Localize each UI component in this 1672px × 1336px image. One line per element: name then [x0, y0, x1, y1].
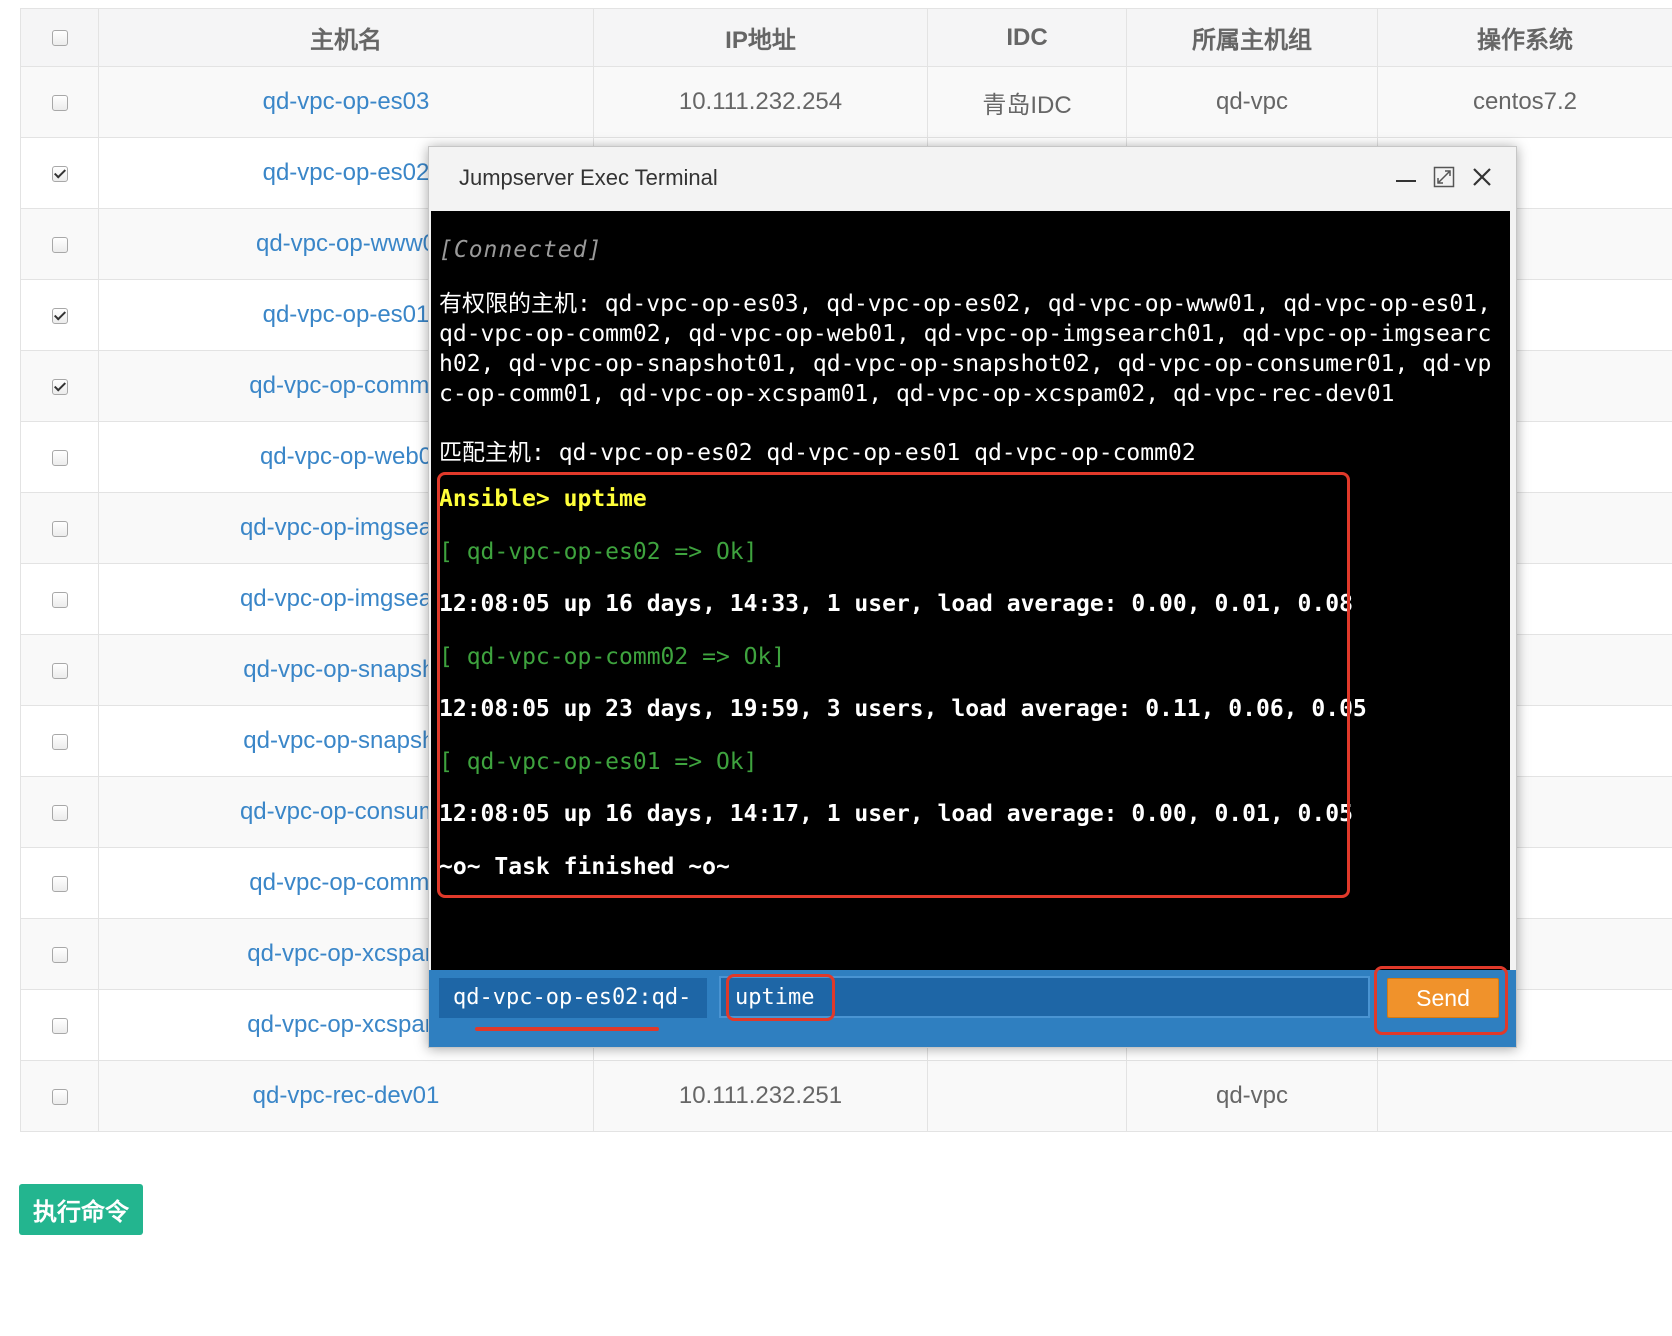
row-select-cell: [20, 634, 99, 706]
row-checkbox[interactable]: [51, 165, 68, 182]
row-checkbox[interactable]: [51, 946, 68, 963]
hostname-link[interactable]: qd-vpc-op-comm0: [249, 869, 442, 896]
command-input[interactable]: [719, 976, 1370, 1018]
header-idc[interactable]: IDC: [927, 8, 1127, 67]
header-host-group[interactable]: 所属主机组: [1126, 8, 1378, 67]
row-checkbox[interactable]: [51, 1017, 68, 1034]
idc-cell: 青岛IDC: [927, 66, 1127, 138]
task-finished-line: ~o~ Task finished ~o~: [439, 854, 730, 880]
select-all-cell: [20, 8, 99, 67]
row-select-cell: [20, 1060, 99, 1132]
dialog-title-bar[interactable]: Jumpserver Exec Terminal: [429, 147, 1516, 209]
hostname-link[interactable]: qd-vpc-op-web0: [260, 443, 432, 470]
result-output-line: 12:08:05 up 16 days, 14:17, 1 user, load…: [439, 801, 1353, 827]
minimize-icon[interactable]: [1394, 165, 1418, 189]
hostname-link[interactable]: qd-vpc-op-snapsho: [243, 727, 448, 754]
result-output-line: 12:08:05 up 16 days, 14:33, 1 user, load…: [439, 591, 1353, 617]
row-select-cell: [20, 776, 99, 848]
dialog-title: Jumpserver Exec Terminal: [459, 165, 718, 190]
maximize-icon[interactable]: [1432, 165, 1456, 189]
connection-status: [Connected]: [439, 237, 603, 263]
row-checkbox[interactable]: [51, 591, 68, 608]
select-all-checkbox[interactable]: [51, 30, 68, 47]
hostname-link[interactable]: qd-vpc-op-www0: [256, 230, 436, 257]
hostname-link[interactable]: qd-vpc-op-comm0: [249, 372, 442, 399]
row-checkbox[interactable]: [51, 804, 68, 821]
row-checkbox[interactable]: [51, 449, 68, 466]
row-select-cell: [20, 137, 99, 209]
row-select-cell: [20, 421, 99, 493]
hostname-link[interactable]: qd-vpc-op-es02: [263, 159, 430, 186]
os-cell: [1377, 1060, 1672, 1132]
header-hostname[interactable]: 主机名: [98, 8, 594, 67]
row-checkbox[interactable]: [51, 94, 68, 111]
row-select-cell: [20, 279, 99, 351]
result-output-line: 12:08:05 up 23 days, 19:59, 3 users, loa…: [439, 696, 1367, 722]
result-highlight-box: [437, 472, 1350, 898]
row-checkbox[interactable]: [51, 1088, 68, 1105]
host-selector[interactable]: qd-vpc-op-es02:qd-: [439, 978, 707, 1018]
table-row: qd-vpc-rec-dev01 10.111.232.251 qd-vpc: [20, 1060, 1672, 1132]
execute-command-button[interactable]: 执行命令: [19, 1184, 143, 1235]
command-bar: qd-vpc-op-es02:qd- Send: [429, 966, 1516, 1047]
command-prompt-line: Ansible> uptime: [439, 486, 647, 512]
host-group-cell: qd-vpc: [1126, 66, 1378, 138]
hostname-link[interactable]: qd-vpc-op-es03: [263, 88, 430, 115]
hostname-cell: qd-vpc-rec-dev01: [98, 1060, 594, 1132]
table-row: qd-vpc-op-es03 10.111.232.254 青岛IDC qd-vpc c…: [20, 66, 1672, 138]
matched-hosts-text: 匹配主机: qd-vpc-op-es02 qd-vpc-op-es01 qd-v…: [439, 440, 1196, 466]
host-group-cell: qd-vpc: [1126, 1060, 1378, 1132]
row-checkbox[interactable]: [51, 378, 68, 395]
hostname-link[interactable]: qd-vpc-rec-dev01: [253, 1082, 440, 1109]
prompt-label: Ansible>: [439, 486, 550, 512]
row-select-cell: [20, 918, 99, 990]
row-checkbox[interactable]: [51, 236, 68, 253]
exec-terminal-dialog: Jumpserver Exec Terminal [Connected] 有权限…: [428, 146, 1517, 1048]
row-checkbox[interactable]: [51, 733, 68, 750]
table-header-row: 主机名 IP地址 IDC 所属主机组 操作系统: [20, 8, 1672, 67]
ip-cell: 10.111.232.254: [593, 66, 928, 138]
hostname-cell: qd-vpc-op-es03: [98, 66, 594, 138]
window-controls: [1394, 165, 1494, 189]
close-icon[interactable]: [1470, 165, 1494, 189]
result-status-line: [ qd-vpc-op-comm02 => Ok]: [439, 644, 786, 670]
row-select-cell: [20, 563, 99, 635]
prompt-command: uptime: [549, 486, 647, 512]
header-ip[interactable]: IP地址: [593, 8, 928, 67]
hostname-link[interactable]: qd-vpc-op-consume: [240, 798, 452, 825]
header-os[interactable]: 操作系统: [1377, 8, 1672, 67]
hostname-link[interactable]: qd-vpc-op-imgsearc: [240, 514, 452, 541]
terminal-output[interactable]: [Connected] 有权限的主机: qd-vpc-op-es03, qd-v…: [431, 211, 1510, 970]
result-status-line: [ qd-vpc-op-es02 => Ok]: [439, 539, 758, 565]
idc-cell: [927, 1060, 1127, 1132]
row-select-cell: [20, 66, 99, 138]
row-select-cell: [20, 705, 99, 777]
hostname-link[interactable]: qd-vpc-op-es01: [263, 301, 430, 328]
os-cell: centos7.2: [1377, 66, 1672, 138]
row-checkbox[interactable]: [51, 520, 68, 537]
host-selector-underline: [475, 1027, 659, 1031]
ip-cell: 10.111.232.251: [593, 1060, 928, 1132]
row-select-cell: [20, 208, 99, 280]
row-select-cell: [20, 350, 99, 422]
hostname-link[interactable]: qd-vpc-op-imgsearc: [240, 585, 452, 612]
hostname-link[interactable]: qd-vpc-op-xcspam: [247, 1011, 444, 1038]
permitted-hosts-text: 有权限的主机: qd-vpc-op-es03, qd-vpc-op-es02, …: [439, 291, 1492, 407]
result-status-line: [ qd-vpc-op-es01 => Ok]: [439, 749, 758, 775]
row-checkbox[interactable]: [51, 875, 68, 892]
hostname-link[interactable]: qd-vpc-op-snapsho: [243, 656, 448, 683]
row-select-cell: [20, 847, 99, 919]
row-select-cell: [20, 492, 99, 564]
row-select-cell: [20, 989, 99, 1061]
row-checkbox[interactable]: [51, 662, 68, 679]
send-button[interactable]: Send: [1387, 978, 1499, 1018]
hostname-link[interactable]: qd-vpc-op-xcspam: [247, 940, 444, 967]
row-checkbox[interactable]: [51, 307, 68, 324]
